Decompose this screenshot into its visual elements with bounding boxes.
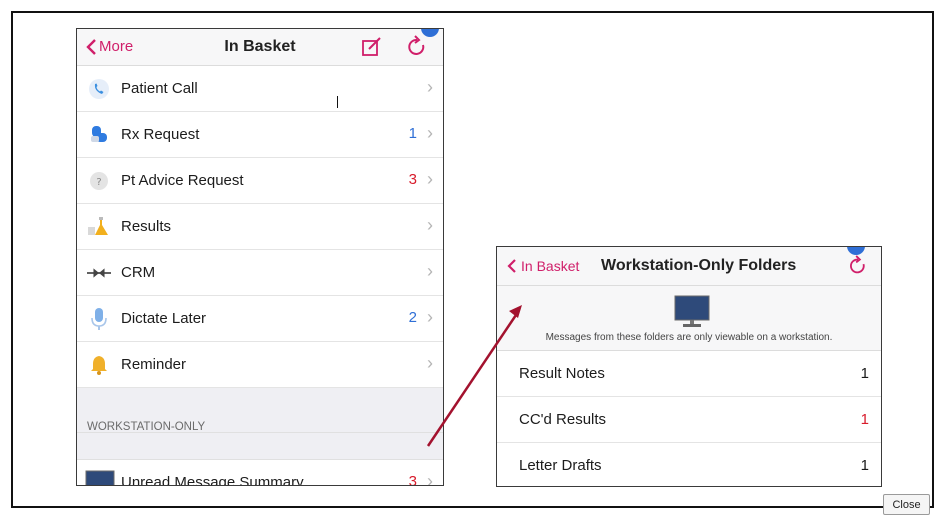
microphone-icon [87, 307, 111, 331]
monitor-icon [85, 470, 115, 485]
list-item-label: Results [121, 218, 172, 235]
count-badge: 3 [408, 473, 417, 486]
list-item-label: Reminder [121, 356, 187, 373]
count-badge: 1 [408, 125, 417, 142]
page-title: In Basket [224, 38, 296, 55]
list-item-crm[interactable]: CRM › [77, 250, 443, 296]
workstation-note: Messages from these folders are only vie… [545, 332, 833, 343]
chevron-right-icon: › [427, 169, 433, 189]
workstation-note-header: Messages from these folders are only vie… [497, 286, 881, 351]
list-item-patient-call[interactable]: Patient Call › [77, 66, 443, 112]
pill-icon [87, 123, 111, 147]
question-bubble-icon: ? [87, 169, 111, 193]
folder-count: 1 [860, 457, 869, 474]
close-button[interactable]: Close [883, 494, 930, 515]
folders-navbar: In Basket Workstation-Only Folders [497, 247, 881, 286]
in-basket-back-button[interactable]: In Basket [507, 258, 579, 274]
crm-icon [87, 261, 111, 285]
folder-count: 1 [860, 365, 869, 382]
list-item-label: Pt Advice Request [121, 172, 244, 189]
chevron-right-icon: › [427, 307, 433, 327]
list-item-label: Unread Message Summary [121, 474, 304, 486]
refresh-icon[interactable] [847, 255, 869, 277]
refresh-icon[interactable] [405, 35, 429, 59]
section-header-row: WORKSTATION-ONLY [77, 421, 443, 460]
chevron-right-icon: › [427, 123, 433, 143]
list-item-rx-request[interactable]: Rx Request 1 › [77, 112, 443, 158]
list-item-label: Dictate Later [121, 310, 207, 327]
flask-icon [87, 215, 111, 239]
list-item-pt-advice-request[interactable]: ? Pt Advice Request 3 › [77, 158, 443, 204]
chevron-right-icon: › [427, 77, 433, 97]
compose-icon[interactable] [361, 36, 383, 58]
folders-title: Workstation-Only Folders [601, 257, 797, 274]
folder-label: Result Notes [519, 365, 605, 382]
bell-icon [87, 353, 111, 377]
in-basket-screen: More In Basket Patient Call › Rx Request… [76, 28, 444, 486]
chevron-right-icon: › [427, 471, 433, 486]
folder-label: Letter Drafts [519, 457, 602, 474]
folder-row-result-notes[interactable]: Result Notes 1 [497, 351, 881, 397]
folder-label: CC'd Results [519, 411, 607, 428]
list-item-unread-message-summary[interactable]: Unread Message Summary 3 › [77, 460, 443, 486]
workstation-only-folders-screen: In Basket Workstation-Only Folders Messa… [496, 246, 882, 487]
svg-text:?: ? [96, 177, 101, 188]
list-item-label: Rx Request [121, 126, 200, 143]
section-header: WORKSTATION-ONLY [87, 421, 206, 433]
monitor-icon [674, 295, 710, 327]
folder-row-letter-drafts[interactable]: Letter Drafts 1 [497, 443, 881, 486]
chevron-right-icon: › [427, 215, 433, 235]
chevron-right-icon: › [427, 353, 433, 373]
count-badge: 3 [408, 171, 417, 188]
notification-dot [847, 247, 865, 255]
list-item-label: CRM [121, 264, 156, 281]
chevron-left-icon [507, 259, 516, 273]
in-basket-navbar: More In Basket [77, 29, 443, 66]
folder-row-ccd-results[interactable]: CC'd Results 1 [497, 397, 881, 443]
list-item-dictate-later[interactable]: Dictate Later 2 › [77, 296, 443, 342]
list-item-reminder[interactable]: Reminder › [77, 342, 443, 388]
count-badge: 2 [408, 309, 417, 326]
phone-icon [87, 77, 111, 101]
folder-count: 1 [860, 411, 869, 428]
chevron-right-icon: › [427, 261, 433, 281]
list-item-results[interactable]: Results › [77, 204, 443, 250]
in-basket-back-label: In Basket [521, 258, 580, 274]
text-cursor [337, 96, 338, 108]
list-item-label: Patient Call [121, 80, 198, 97]
